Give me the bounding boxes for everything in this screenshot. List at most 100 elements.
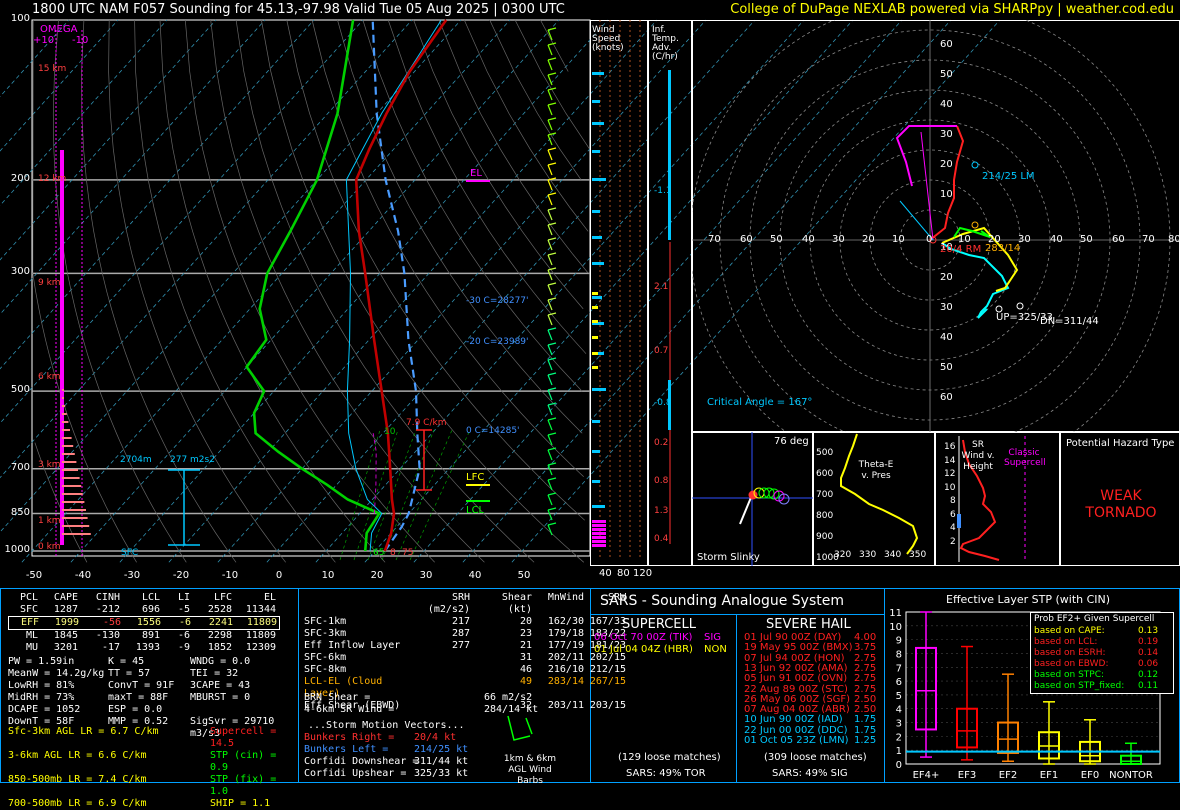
theta-x-tick: 330 [859, 550, 877, 560]
pressure-tick: 700 [10, 461, 30, 473]
stp-category: EF2 [999, 770, 1017, 780]
barbs-icon [507, 715, 533, 741]
ten-annot: 10 [384, 427, 396, 437]
table-row: SRH (m2/s2) Shear (kt) MnWind SRW [304, 592, 628, 616]
sars-sc-date: 06 Oct 70 00Z (TIK) [594, 632, 693, 643]
height-label: 3 km [38, 460, 61, 470]
table-row: 850-500mb LR = 7.4 C/km STP (fix) = 1.0 [8, 774, 302, 798]
table-row: LowRH = 81% ConvT = 91F 3CAPE = 43 [8, 680, 296, 692]
hodo-ring-label: 40 [940, 332, 953, 343]
table-row: EFF 1999 -56 1556 -6 2241 11809 [8, 616, 280, 630]
omega-label: OMEGA [40, 24, 78, 35]
table-cell: 277 [451, 640, 470, 651]
hodo-x-label: 30 [832, 234, 845, 245]
table-cell: 11809 [246, 617, 277, 628]
theta-p-tick: 700 [816, 490, 834, 500]
lapse-table: Sfc-3km AGL LR = 6.7 C/km Supercell = 14.… [8, 726, 302, 810]
table-cell: DCAPE = 1052 [8, 704, 81, 715]
hodo-x-label: 20 [862, 234, 875, 245]
depth-annot: 2704m [120, 455, 152, 465]
slinky-deg: 76 deg [774, 436, 809, 447]
hodo-x-label: 40 [802, 234, 815, 245]
table-cell: 20 [519, 616, 532, 627]
srwind-title: SR Wind v. Height [961, 440, 995, 472]
sars-title: SARS - Sounding Analogue System [600, 593, 844, 609]
table-cell: 1287 [53, 604, 78, 615]
table-row: SFC 1287 -212 696 -5 2528 11344 [8, 604, 280, 616]
stp-y-tick: 5 [896, 691, 902, 702]
table-cell: -17 [101, 642, 120, 653]
zero-annot: 0 C=14285' [466, 426, 520, 436]
stp-prob-label: based on LCL: [1034, 637, 1098, 647]
table-cell: 267/15 [589, 676, 626, 687]
pressure-tick: 850 [10, 506, 30, 518]
table-cell: 12309 [245, 642, 276, 653]
table-cell: 1999 [54, 617, 79, 628]
sfc-td-annot: 65 [373, 548, 385, 558]
table-cell: 1556 [136, 617, 161, 628]
table-cell: PW = 1.59in [8, 656, 75, 667]
stp-prob-value: 0.14 [1138, 648, 1159, 658]
bl-value: 214/25 kt [414, 744, 469, 755]
table-row: SFC-1km 217 20 162/30 167/33 [304, 616, 628, 628]
temp-tick: 0 [275, 570, 283, 581]
table-cell: 287 [451, 628, 470, 639]
esrh-annot: 277 m2s2 [170, 455, 215, 465]
table-cell [410, 700, 472, 712]
table-row: SFC-8km 46 216/10 212/15 [304, 664, 628, 676]
temp-tick: 20 [370, 570, 384, 581]
lcl-label: LCL [466, 505, 485, 516]
hodo-ring-label: 60 [940, 39, 953, 50]
sars-sc-type: NON [704, 644, 727, 655]
table-cell: -212 [95, 604, 120, 615]
pressure-tick: 500 [10, 384, 30, 396]
stp-prob-value: 0.06 [1138, 659, 1159, 669]
table-cell: SRH (m2/s2) [427, 592, 470, 615]
slinky-label: Storm Slinky [697, 552, 760, 563]
table-cell: 31 [519, 652, 532, 663]
windspeed-tick-80: 80 [617, 568, 630, 579]
table-cell: SFC-3km [304, 628, 347, 639]
table-cell: 700-500mb LR = 6.9 C/km [8, 798, 147, 809]
table-cell: ML [25, 630, 38, 641]
stp-y-tick: 4 [896, 705, 902, 716]
table-cell: CINH [95, 592, 120, 603]
srwind-h-tick: 12 [944, 469, 956, 479]
m30-annot: -30 C=28277' [466, 296, 529, 306]
table-cell: 2528 [207, 604, 232, 615]
stp-y-tick: 9 [896, 636, 902, 647]
temp-tick: -50 [25, 570, 43, 581]
table-row: DCAPE = 1052 ESP = 0.0 [8, 704, 296, 716]
hodo-ring-label: 30 [940, 129, 953, 140]
table-cell: LI [177, 592, 190, 603]
table-cell [410, 664, 472, 676]
hodo-ring-label: 30 [940, 302, 953, 313]
table-cell: 11809 [245, 630, 276, 641]
storm-slinky [692, 432, 813, 566]
stp-prob-label: based on EBWD: [1034, 659, 1109, 669]
tempadv-value: -0.8 [654, 398, 672, 408]
table-cell: K = 45 [108, 656, 145, 667]
sars-hail-title: SEVERE HAIL [766, 617, 851, 632]
tempadv-value: 1.3 [654, 506, 669, 516]
table-row: Sfc-3km AGL LR = 6.7 C/km Supercell = 14.… [8, 726, 302, 750]
sars-sc-pct: SARS: 49% TOR [626, 768, 706, 779]
theta-x-tick: 350 [909, 550, 927, 560]
sars-sc-foot: (129 loose matches) [618, 752, 721, 763]
table-cell: TEI = 32 [190, 668, 239, 679]
hodo-x-label: 60 [740, 234, 753, 245]
lfc-label: LFC [466, 472, 485, 483]
table-cell: -5 [177, 604, 190, 615]
table-cell: 179/18 [547, 628, 584, 639]
stp-category: EF4+ [913, 770, 940, 780]
table-cell: STP (cin) = 0.9 [210, 750, 277, 773]
table-cell: 1393 [135, 642, 160, 653]
temp-tick: -30 [123, 570, 141, 581]
theta-x-tick: 340 [884, 550, 902, 560]
sars-sc-type: SIG [704, 632, 722, 643]
height-label: 12 km [38, 174, 67, 184]
table-cell: 2241 [208, 617, 233, 628]
srwind-h-tick: 4 [950, 523, 956, 533]
hodo-x-label: 70 [1142, 234, 1155, 245]
stp-category: EF3 [958, 770, 976, 780]
